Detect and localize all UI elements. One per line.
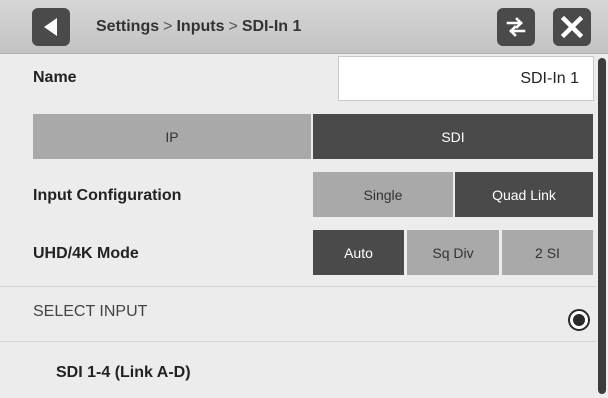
settings-panel: Name IP SDI Input Configuration Single Q… xyxy=(0,54,596,398)
input-config-single[interactable]: Single xyxy=(313,172,453,217)
close-x-icon xyxy=(560,15,584,39)
interface-option-ip[interactable]: IP xyxy=(33,114,311,159)
uhd-mode-auto[interactable]: Auto xyxy=(313,230,404,275)
uhd-mode-2si[interactable]: 2 SI xyxy=(502,230,593,275)
divider xyxy=(0,286,596,287)
scrollbar[interactable] xyxy=(596,54,608,398)
input-list-item[interactable]: SDI 1-4 (Link A-D) xyxy=(0,350,596,398)
swap-button[interactable] xyxy=(497,8,535,46)
select-input-heading: SELECT INPUT xyxy=(33,303,148,320)
input-list-item-label: SDI 1-4 (Link A-D) xyxy=(56,364,191,381)
input-config-quad-link[interactable]: Quad Link xyxy=(455,172,593,217)
input-configuration-label: Input Configuration xyxy=(33,187,182,204)
close-button[interactable] xyxy=(553,8,591,46)
name-field[interactable] xyxy=(338,56,594,101)
breadcrumb-current: SDI-In 1 xyxy=(241,18,302,35)
input-radio-selected[interactable] xyxy=(568,309,590,331)
breadcrumb-inputs[interactable]: Inputs xyxy=(176,18,224,35)
uhd-mode-label: UHD/4K Mode xyxy=(33,245,139,262)
back-button[interactable] xyxy=(32,8,70,46)
header-bar: Settings > Inputs > SDI-In 1 xyxy=(0,0,608,54)
breadcrumb-settings[interactable]: Settings xyxy=(96,18,159,35)
breadcrumb-separator: > xyxy=(163,18,173,35)
swap-arrows-icon xyxy=(506,17,526,37)
interface-option-sdi[interactable]: SDI xyxy=(313,114,593,159)
name-label: Name xyxy=(33,69,77,86)
name-row: Name xyxy=(0,54,596,104)
scrollbar-thumb[interactable] xyxy=(598,58,606,394)
breadcrumb: Settings > Inputs > SDI-In 1 xyxy=(96,0,301,54)
radio-dot-icon xyxy=(573,314,585,326)
back-arrow-icon xyxy=(44,18,57,36)
uhd-mode-sq-div[interactable]: Sq Div xyxy=(407,230,499,275)
breadcrumb-separator: > xyxy=(228,18,238,35)
divider xyxy=(0,341,596,342)
